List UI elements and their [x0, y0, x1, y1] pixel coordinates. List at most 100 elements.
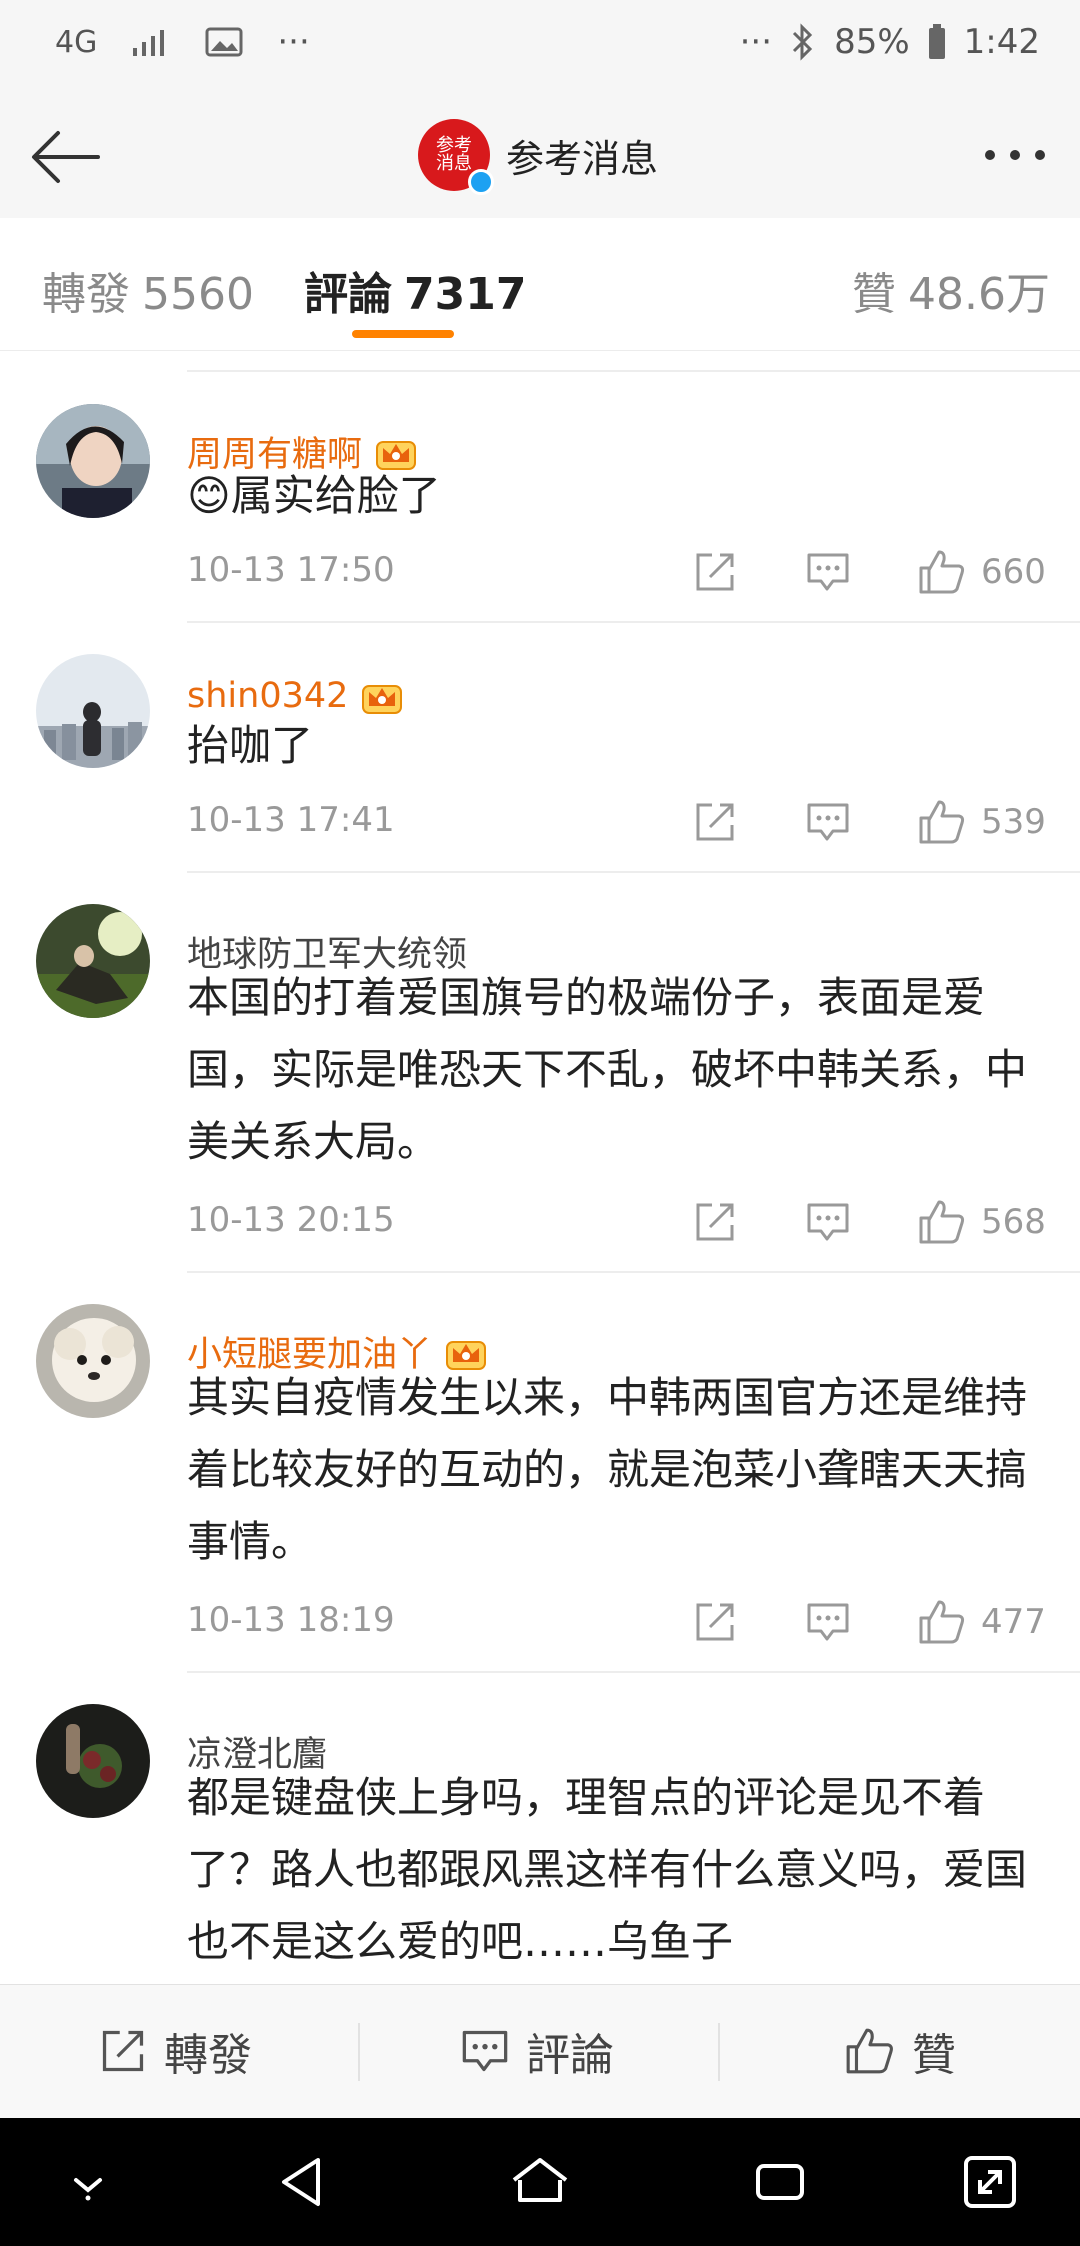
more-options-button[interactable]: [980, 135, 1050, 175]
title-bar: 参考消息 参考消息: [0, 95, 1080, 219]
comment-time: 10-13 20:15: [187, 1200, 395, 1240]
bottom-action-bar: 轉發 評論 贊: [0, 1984, 1080, 2119]
home-icon: [512, 2158, 568, 2202]
like-count: 477: [981, 1602, 1046, 1642]
account-logo-text: 参考消息: [436, 135, 472, 174]
back-arrow-icon: [32, 131, 100, 183]
image-notification-icon: [205, 26, 243, 58]
like-count: 568: [981, 1202, 1046, 1242]
avatar[interactable]: [36, 404, 150, 518]
comment-text: 其实自疫情发生以来，中韩两国官方还是维持着比较友好的互动的，就是泡菜小聋瞎天天搞…: [187, 1373, 1028, 1566]
reply-comment-button[interactable]: [805, 1592, 851, 1652]
tab-bar: 轉發 5560 評論 7317 贊 48.6万: [0, 218, 1080, 351]
comment-time: 10-13 18:19: [187, 1600, 395, 1640]
clock: 1:42: [963, 22, 1040, 62]
thumbs-up-icon: [919, 1600, 965, 1644]
comment-icon: [807, 1603, 849, 1641]
divider: [718, 2023, 720, 2081]
recents-icon: [756, 2164, 804, 2200]
comment-text: 😊属实给脸了: [187, 471, 441, 520]
avatar[interactable]: [36, 1304, 150, 1418]
thumbs-up-icon: [919, 550, 965, 594]
reply-comment-button[interactable]: [805, 792, 851, 852]
avatar[interactable]: [36, 904, 150, 1018]
chevron-down-icon: [74, 2178, 102, 2201]
more-status: ···: [739, 22, 773, 62]
avatar[interactable]: [36, 654, 150, 768]
divider: [187, 370, 1080, 372]
tab-repost-count: 5560: [142, 269, 254, 320]
comment-icon: [807, 803, 849, 841]
like-count: 539: [981, 802, 1046, 842]
page-title: 参考消息: [506, 136, 659, 181]
divider: [187, 1271, 1080, 1273]
share-icon: [696, 1603, 734, 1641]
tab-comments-count: 7317: [404, 269, 527, 320]
divider: [187, 621, 1080, 623]
comment-text: 本国的打着爱国旗号的极端份子，表面是爱国，实际是唯恐天下不乱，破坏中韩关系，中美…: [187, 973, 1028, 1166]
repost-comment-button[interactable]: [692, 542, 738, 602]
repost-comment-button[interactable]: [692, 1592, 738, 1652]
signal-icon: [131, 26, 171, 58]
like-comment-button[interactable]: 568: [917, 1192, 1046, 1252]
more-notifications: ···: [277, 22, 310, 62]
back-button[interactable]: [28, 119, 104, 195]
share-icon: [102, 2030, 144, 2072]
tab-likes-count: 48.6万: [908, 269, 1050, 320]
nav-recents-button[interactable]: [748, 2150, 812, 2214]
avatar[interactable]: [36, 1704, 150, 1818]
active-tab-indicator: [352, 330, 454, 338]
battery-percent: 85%: [834, 22, 910, 62]
comment-label: 評論: [526, 2030, 614, 2081]
tab-likes-label: 贊: [852, 269, 896, 320]
comment-meta: 10-13 18:19 477: [187, 1592, 1047, 1652]
comment-icon: [807, 1203, 849, 1241]
more-dots-icon: [985, 150, 1045, 160]
tab-comments[interactable]: 評論 7317: [304, 258, 526, 322]
reply-comment-button[interactable]: [805, 542, 851, 602]
account-header[interactable]: 参考消息 参考消息: [418, 119, 659, 195]
status-bar: 4G ··· ··· 85% 1:42: [0, 0, 1080, 95]
account-avatar[interactable]: 参考消息: [418, 119, 494, 195]
comment-meta: 10-13 20:15 568: [187, 1192, 1047, 1252]
tab-likes[interactable]: 贊 48.6万: [852, 258, 1050, 322]
tab-repost-label: 轉發: [42, 269, 130, 320]
network-indicator: 4G: [55, 24, 98, 60]
repost-button[interactable]: 轉發: [98, 2019, 252, 2083]
nav-back-button[interactable]: [270, 2150, 334, 2214]
like-comment-button[interactable]: 477: [917, 1592, 1046, 1652]
comment-meta: 10-13 17:50 660: [187, 542, 1047, 602]
comment-meta: 10-13 17:41 539: [187, 792, 1047, 852]
nav-screen-rotate-button[interactable]: [958, 2150, 1022, 2214]
comment-icon: [807, 553, 849, 591]
verified-badge-icon: [468, 169, 494, 195]
thumbs-up-icon: [919, 800, 965, 844]
share-icon: [696, 553, 734, 591]
divider: [187, 1671, 1080, 1673]
repost-comment-button[interactable]: [692, 792, 738, 852]
thumbs-up-icon: [846, 2028, 893, 2074]
comment-icon: [462, 2030, 508, 2072]
comment-time: 10-13 17:50: [187, 550, 395, 590]
divider: [187, 871, 1080, 873]
tab-repost[interactable]: 轉發 5560: [42, 258, 254, 322]
tab-comments-label: 評論: [304, 269, 392, 320]
repost-comment-button[interactable]: [692, 1192, 738, 1252]
comment-time: 10-13 17:41: [187, 800, 395, 840]
share-icon: [696, 803, 734, 841]
comment-button[interactable]: 評論: [460, 2019, 614, 2083]
comment-list[interactable]: 周周有糖啊 😊属实给脸了 10-13 17:50 660 shin0342 抬咖…: [0, 352, 1080, 1982]
like-count: 660: [981, 552, 1046, 592]
like-comment-button[interactable]: 539: [917, 792, 1046, 852]
bluetooth-icon: [790, 23, 816, 61]
divider: [358, 2023, 360, 2081]
like-button[interactable]: 贊: [844, 2019, 956, 2083]
reply-comment-button[interactable]: [805, 1192, 851, 1252]
hide-keyboard-button[interactable]: [56, 2150, 120, 2214]
nav-home-button[interactable]: [508, 2150, 572, 2214]
comment-text: 抬咖了: [187, 721, 314, 770]
system-nav-bar: [0, 2118, 1080, 2246]
share-icon: [696, 1203, 734, 1241]
like-comment-button[interactable]: 660: [917, 542, 1046, 602]
repost-label: 轉發: [164, 2030, 252, 2081]
